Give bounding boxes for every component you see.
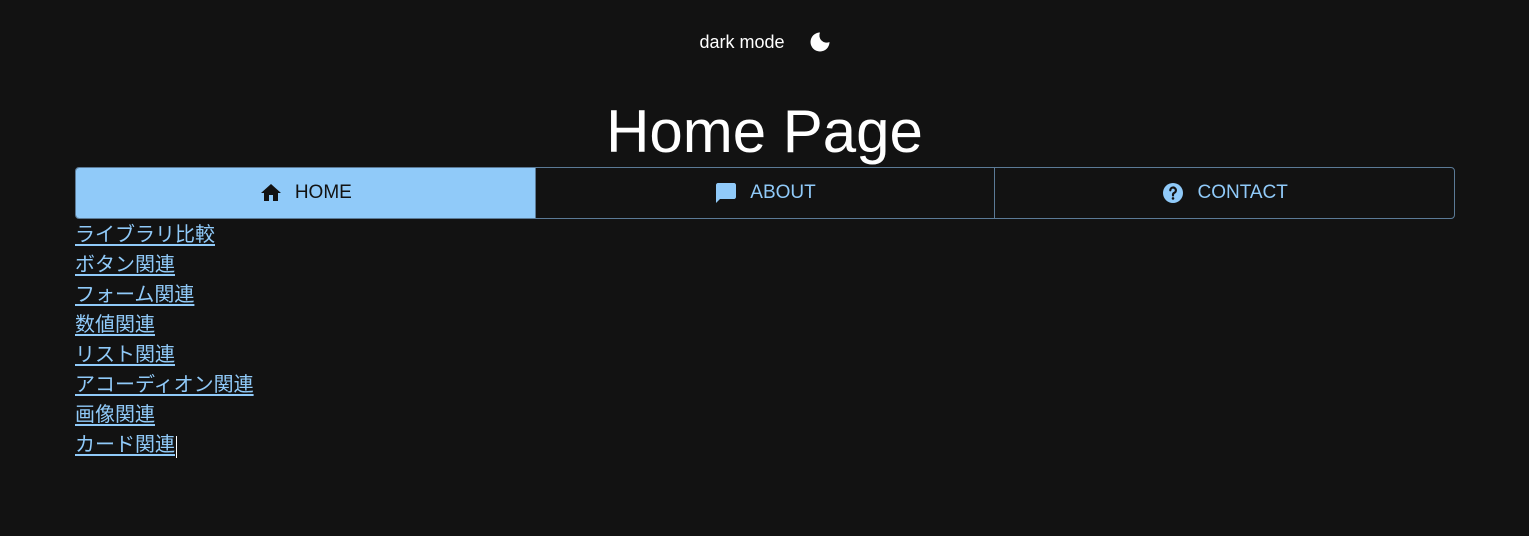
list-item: フォーム関連: [75, 281, 254, 311]
moon-icon: [810, 32, 830, 52]
tab-contact[interactable]: CONTACT: [994, 168, 1454, 218]
link-lists[interactable]: リスト関連: [75, 344, 175, 366]
link-list: ライブラリ比較 ボタン関連 フォーム関連 数値関連 リスト関連 アコーディオン関…: [75, 221, 254, 461]
list-item: 画像関連: [75, 401, 254, 431]
link-numbers[interactable]: 数値関連: [75, 314, 155, 336]
link-buttons[interactable]: ボタン関連: [75, 254, 175, 276]
chat-icon: [714, 181, 738, 205]
tab-home-label: HOME: [294, 182, 352, 203]
dark-mode-toggle[interactable]: [807, 29, 833, 55]
tab-home[interactable]: HOME: [76, 168, 535, 218]
link-library-comparison[interactable]: ライブラリ比較: [75, 224, 215, 246]
list-item: 数値関連: [75, 311, 254, 341]
text-cursor: [176, 435, 177, 458]
page-title: Home Page: [606, 98, 923, 165]
link-accordions[interactable]: アコーディオン関連: [75, 374, 254, 396]
list-item: リスト関連: [75, 341, 254, 371]
tab-contact-label: CONTACT: [1197, 182, 1288, 203]
list-item: アコーディオン関連: [75, 371, 254, 401]
link-cards[interactable]: カード関連: [75, 434, 175, 456]
list-item: ボタン関連: [75, 251, 254, 281]
tab-about-label: ABOUT: [750, 182, 816, 203]
link-forms[interactable]: フォーム関連: [75, 284, 194, 306]
list-item: カード関連: [75, 431, 254, 461]
tab-about[interactable]: ABOUT: [534, 168, 995, 218]
help-circle-icon: [1161, 181, 1185, 205]
dark-mode-label: dark mode: [699, 31, 785, 52]
link-images[interactable]: 画像関連: [75, 404, 155, 426]
home-icon: [259, 181, 283, 205]
theme-switcher: dark mode: [0, 28, 1529, 56]
nav-tabs: HOME ABOUT CONTACT: [75, 167, 1455, 219]
list-item: ライブラリ比較: [75, 221, 254, 251]
